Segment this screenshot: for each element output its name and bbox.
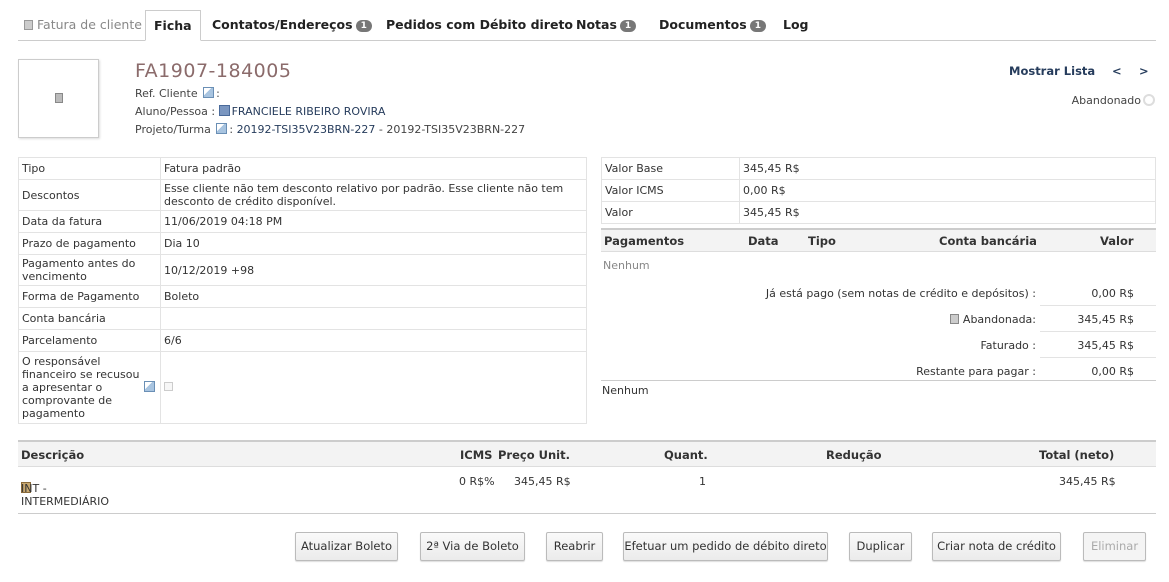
ref-cliente-line: Ref. Cliente : bbox=[135, 87, 220, 100]
tab-ficha[interactable]: Ficha bbox=[145, 10, 201, 41]
invoiced-label: Faturado : bbox=[980, 339, 1036, 352]
remaining-value: 0,00 R$ bbox=[1091, 365, 1134, 378]
status-circle-icon bbox=[1143, 94, 1155, 106]
amount-row: Valor 345,45 R$ bbox=[601, 201, 1156, 224]
amount-row: Valor ICMS 0,00 R$ bbox=[601, 179, 1156, 202]
aluno-line: Aluno/Pessoa : FRANCIELE RIBEIRO ROVIRA bbox=[135, 105, 386, 118]
atualizar-boleto-button[interactable]: Atualizar Boleto bbox=[295, 532, 398, 561]
status-indicator: Abandonado bbox=[1072, 94, 1155, 107]
tab-pedidos-debito-direto[interactable]: Pedidos com Débito direto bbox=[386, 10, 573, 41]
tab-log[interactable]: Log bbox=[783, 10, 809, 41]
payments-header: Pagamentos Data Tipo Conta bancária Valo… bbox=[601, 228, 1156, 252]
payments-empty: Nenhum bbox=[603, 259, 650, 272]
detail-row: Pagamento antes do vencimento 10/12/2019 … bbox=[18, 254, 587, 286]
detail-row: Tipo Fatura padrão bbox=[18, 157, 587, 180]
detail-row: Parcelamento 6/6 bbox=[18, 329, 587, 352]
credit-notes-empty: Nenhum bbox=[602, 384, 649, 397]
detail-row: Data da fatura 11/06/2019 04:18 PM bbox=[18, 210, 587, 233]
divider bbox=[601, 380, 1156, 381]
lines-header: Descrição ICMS Preço Unit. Quant. Reduçã… bbox=[18, 440, 1156, 467]
remaining-label: Restante para pagar : bbox=[916, 365, 1036, 378]
edit-icon[interactable] bbox=[203, 87, 215, 98]
invoice-details-table: Tipo Fatura padrão Descontos Esse cliente … bbox=[18, 157, 587, 424]
count-badge: 1 bbox=[619, 20, 637, 32]
edit-icon[interactable] bbox=[216, 123, 228, 134]
duplicar-button[interactable]: Duplicar bbox=[849, 532, 912, 561]
tab-documentos[interactable]: Documentos 1 bbox=[659, 10, 766, 41]
invoice-thumbnail bbox=[18, 59, 99, 138]
divider bbox=[1040, 331, 1156, 332]
refused-proof-checkbox[interactable] bbox=[164, 382, 173, 391]
mostrar-lista-link[interactable]: Mostrar Lista bbox=[1009, 64, 1095, 78]
detail-row: Prazo de pagamento Dia 10 bbox=[18, 232, 587, 255]
debito-direto-button[interactable]: Efetuar um pedido de débito direto bbox=[623, 532, 828, 561]
invoiced-value: 345,45 R$ bbox=[1077, 339, 1134, 352]
tab-contatos-enderecos[interactable]: Contatos/Endereços 1 bbox=[212, 10, 372, 41]
aluno-link[interactable]: FRANCIELE RIBEIRO ROVIRA bbox=[232, 105, 386, 118]
paid-label: Já está pago (sem notas de crédito e dep… bbox=[765, 287, 1036, 300]
info-icon bbox=[949, 314, 959, 324]
count-badge: 1 bbox=[355, 20, 372, 32]
criar-nota-credito-button[interactable]: Criar nota de crédito bbox=[932, 532, 1061, 561]
tab-fatura-de-cliente[interactable]: Fatura de cliente bbox=[24, 10, 142, 41]
table-row[interactable]: INT - INTERMEDIÁRIO 0 R$% 345,45 R$ 1 34… bbox=[18, 468, 1156, 508]
abandoned-value: 345,45 R$ bbox=[1077, 313, 1134, 326]
next-record-link[interactable]: > bbox=[1139, 64, 1149, 78]
divider bbox=[18, 513, 1156, 514]
detail-row: Descontos Esse cliente não tem desconto r… bbox=[18, 179, 587, 211]
prev-record-link[interactable]: < bbox=[1112, 64, 1122, 78]
invoice-icon bbox=[24, 20, 33, 30]
detail-row: Forma de Pagamento Boleto bbox=[18, 285, 587, 308]
invoice-ref: FA1907-184005 bbox=[135, 60, 292, 82]
eliminar-button[interactable]: Eliminar bbox=[1083, 532, 1146, 561]
divider bbox=[1040, 305, 1156, 306]
detail-row: O responsável financeiro se recusou a ap… bbox=[18, 351, 587, 424]
company-icon bbox=[218, 105, 230, 116]
detail-row: Conta bancária bbox=[18, 307, 587, 330]
amount-row: Valor Base 345,45 R$ bbox=[601, 157, 1156, 180]
projeto-line: Projeto/Turma : 20192-TSI35V23BRN-227 - … bbox=[135, 123, 526, 136]
segunda-via-boleto-button[interactable]: 2ª Via de Boleto bbox=[420, 532, 525, 561]
count-badge: 1 bbox=[749, 20, 766, 32]
tab-notas[interactable]: Notas 1 bbox=[576, 10, 637, 41]
paid-value: 0,00 R$ bbox=[1091, 287, 1134, 300]
projeto-link[interactable]: 20192-TSI35V23BRN-227 bbox=[237, 123, 376, 136]
divider bbox=[1040, 357, 1156, 358]
document-icon bbox=[55, 93, 63, 103]
tab-bar: Fatura de cliente Ficha Contatos/Endereç… bbox=[18, 10, 1156, 41]
abandoned-label: Abandonada: bbox=[949, 313, 1036, 326]
amounts-table: Valor Base 345,45 R$ Valor ICMS 0,00 R$ Va… bbox=[601, 157, 1156, 224]
edit-icon[interactable] bbox=[144, 381, 155, 392]
reabrir-button[interactable]: Reabrir bbox=[546, 532, 603, 561]
